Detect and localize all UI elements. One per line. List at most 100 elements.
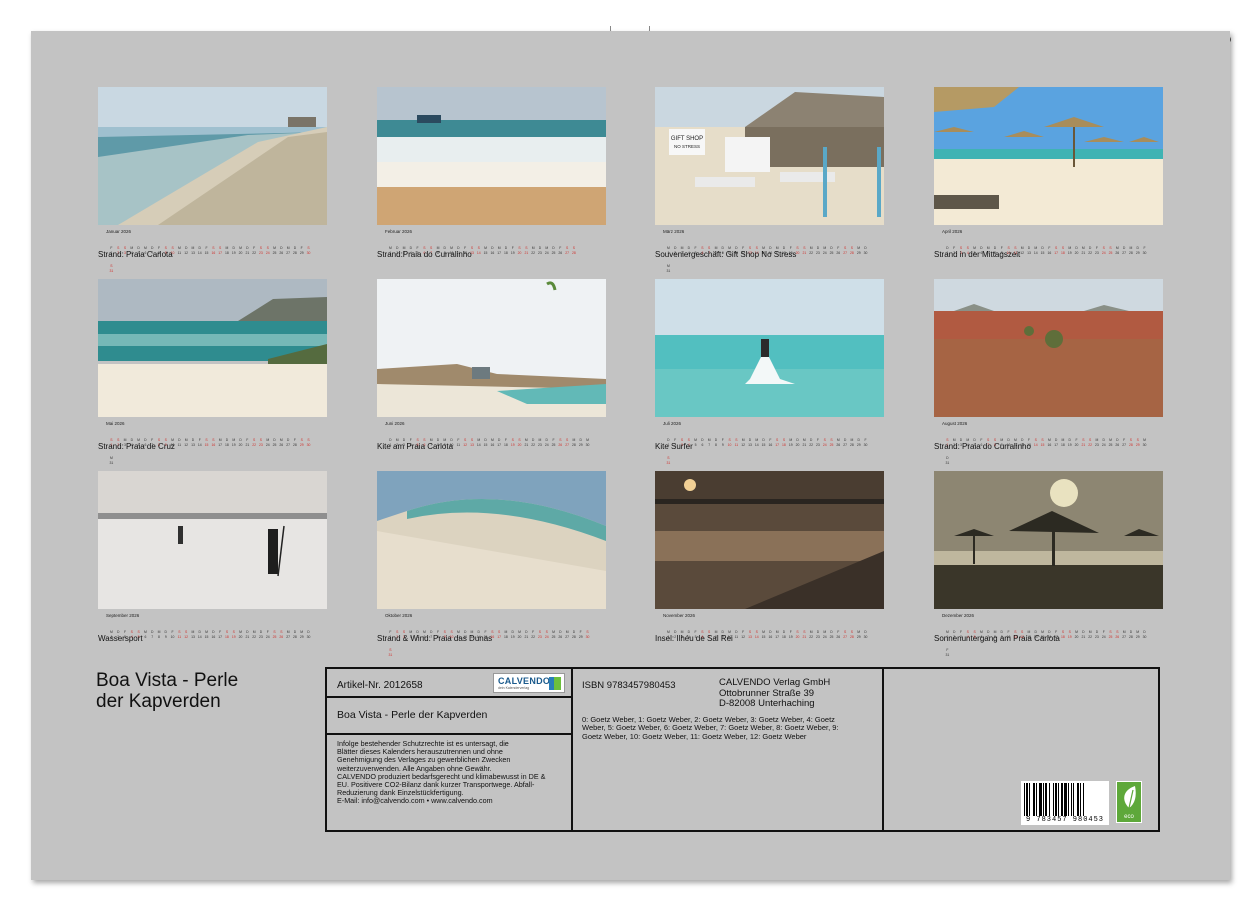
weekday-letter: S (823, 438, 826, 442)
weekday-letter: S (830, 438, 833, 442)
weekday-letter: D (484, 438, 487, 442)
isbn-barcode: 9 783457 980453 (1021, 781, 1109, 825)
weekday-letter: F (559, 246, 562, 250)
photo-may (98, 279, 327, 417)
day-number: 29 (578, 443, 583, 447)
day-number: 28 (1129, 635, 1133, 639)
photo-caption: Strand in der Mittagszeit (934, 250, 1021, 259)
day-number: 12 (741, 635, 746, 639)
day-number: 27 (286, 251, 290, 255)
weekday-letter: S (518, 438, 521, 442)
weekday-letter: F (552, 438, 555, 442)
day-number: 24 (1101, 443, 1106, 447)
day-number: 12 (184, 443, 189, 447)
weekday-row: MDMDFSSMDMDFSSMDMDFSSMDMDFSSMD (665, 620, 875, 634)
weekday-row: M D F S S M D M D F S S M D M D F S S M D M D F S S M D M DF (944, 620, 1154, 652)
weekday-letter: S (389, 648, 392, 652)
weekday-letter: D (246, 630, 249, 634)
weekday-letter: M (286, 246, 290, 250)
day-number: 28 (1129, 443, 1133, 447)
weekday-letter: D (1027, 246, 1031, 250)
weekday-letter: S (1129, 438, 1133, 442)
weekday-letter: M (1034, 246, 1038, 250)
photo-july-image (655, 279, 884, 417)
product-title: Boa Vista - Perle der Kapverden (337, 709, 488, 721)
weekday-letter: M (666, 264, 670, 268)
day-number: 25 (1108, 251, 1113, 255)
legal-notice-line: E-Mail: info@calvendo.com • www.calvendo… (337, 796, 493, 806)
weekday-letter: F (1143, 246, 1146, 250)
photo-april (934, 87, 1163, 225)
weekday-letter: D (497, 438, 501, 442)
month-calendar-grid: Juli 2026 D F S S M D M D F S S M D M D F S S M D M D F S S M D M D FS… (655, 420, 884, 465)
weekday-letter: F (1075, 438, 1078, 442)
day-number: 31 (109, 269, 114, 273)
photo-march: GIFT SHOP NO STRESS (655, 87, 884, 225)
day-number: 30 (863, 251, 868, 255)
weekday-letter: F (1123, 438, 1126, 442)
day-number: 19 (510, 251, 515, 255)
divider (327, 733, 571, 735)
weekday-letter: F (946, 648, 949, 652)
day-number: 22 (809, 443, 814, 447)
weekday-letter: D (1041, 246, 1044, 250)
weekday-letter: S (1102, 246, 1105, 250)
day-number: 21 (524, 251, 529, 255)
day-number-row: 1 2 3 4 5 6 7 8 9 10 11 12 13 14 15 16 17 18 19 20 21 22 23 24 2… (387, 625, 597, 657)
weekday-letter: F (769, 438, 772, 442)
day-number: 16 (1047, 251, 1052, 255)
weekday-letter: D (714, 438, 718, 442)
photo-october-image (377, 471, 606, 609)
day-number: 18 (504, 251, 508, 255)
day-number: 23 (538, 251, 542, 255)
leaf-icon (1124, 786, 1136, 809)
day-number: 16 (1047, 443, 1052, 447)
day-number: 28 (1129, 251, 1133, 255)
weekday-letter: D (809, 438, 813, 442)
day-number: 21 (1081, 443, 1086, 447)
photo-october (377, 471, 606, 609)
weekday-letter: D (946, 456, 949, 460)
day-number: 15 (204, 443, 209, 447)
weekday-letter: S (735, 438, 738, 442)
weekday-letter: S (1109, 630, 1112, 634)
weekday-row: MDMDFSSMDMDFSSMDMDFSSMDMDFSS (387, 236, 597, 250)
day-number-row: 1 2 3 4 5 6 7 8 9 10 11 12 13 14 15 16 17 18 19 20 21 22 23 24 2… (387, 433, 597, 447)
day-number: 29 (578, 635, 583, 639)
day-number-row: 1 2 3 4 5 6 7 8 9 10 11 12 13 14 15 16 17 18 19 20 21 22 23 24 2… (665, 433, 875, 465)
day-number: 29 (856, 443, 861, 447)
day-number: 28 (572, 635, 576, 639)
weekday-letter: M (1109, 438, 1112, 442)
weekday-letter: F (457, 438, 460, 442)
day-number: 27 (286, 443, 290, 447)
weekday-letter: D (198, 246, 201, 250)
day-number: 18 (504, 443, 508, 447)
day-number: 20 (238, 251, 243, 255)
weekday-letter: M (191, 246, 195, 250)
weekday-letter: S (565, 246, 569, 250)
weekday-row: DFSSMDMDFSSMDMDFSSMDMDFSSMDMDF (944, 236, 1154, 250)
day-number: 19 (231, 443, 236, 447)
day-number: 30 (863, 443, 868, 447)
weekday-letter: D (239, 438, 242, 442)
day-number: 15 (1040, 443, 1045, 447)
weekday-letter: M (565, 630, 569, 634)
day-number: 26 (279, 635, 284, 639)
day-number: 23 (1095, 251, 1099, 255)
day-number: 26 (558, 443, 563, 447)
weekday-letter: F (198, 438, 201, 442)
photo-january (98, 87, 327, 225)
weekday-letter: M (538, 438, 542, 442)
day-number: 19 (510, 635, 515, 639)
photo-caption: Strand: Praia do Curralinho (934, 442, 1031, 451)
weekday-letter: S (1136, 438, 1139, 442)
weekday-letter: S (1082, 438, 1085, 442)
day-number: 22 (252, 443, 257, 447)
weekday-letter: D (782, 630, 786, 634)
day-number: 23 (1095, 635, 1099, 639)
weekday-letter: S (803, 630, 806, 634)
weekday-letter: D (1095, 630, 1099, 634)
weekday-letter: D (1102, 438, 1105, 442)
calvendo-mark-icon (549, 677, 561, 690)
day-number: 26 (836, 443, 841, 447)
